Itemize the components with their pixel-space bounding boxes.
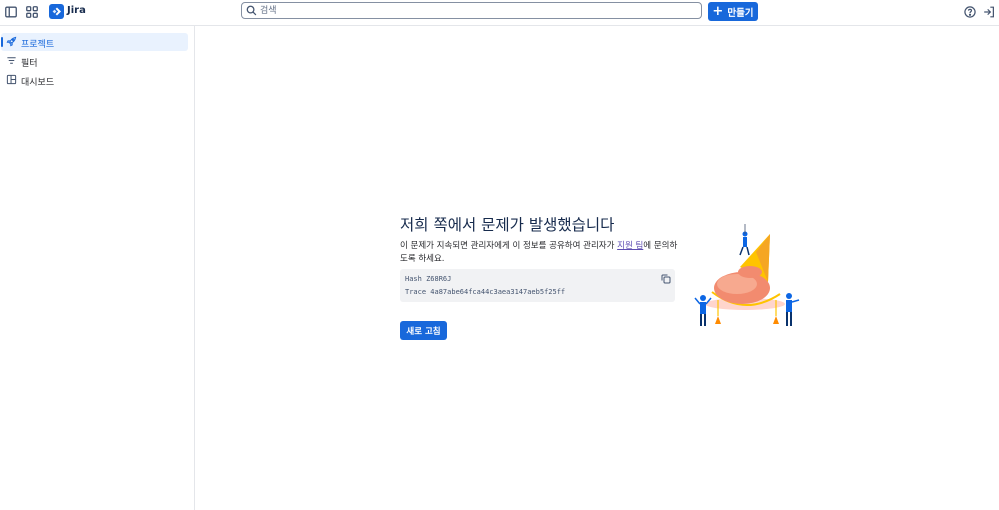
help-icon[interactable] bbox=[962, 4, 978, 20]
create-button-label: 만들기 bbox=[727, 7, 754, 19]
app-switcher-icon[interactable] bbox=[24, 4, 40, 20]
search-icon bbox=[246, 5, 257, 16]
create-button[interactable]: + 만들기 bbox=[708, 2, 758, 21]
refresh-button[interactable]: 새로 고침 bbox=[400, 321, 447, 340]
active-indicator bbox=[1, 37, 3, 47]
search-box[interactable] bbox=[241, 2, 702, 19]
error-description: 이 문제가 지속되면 관리자에게 이 정보를 공유하여 관리자가 지원 팀에 문… bbox=[400, 240, 678, 266]
copy-icon[interactable] bbox=[661, 274, 671, 284]
sidebar-item-label: 필터 bbox=[21, 59, 38, 69]
sign-out-icon[interactable] bbox=[981, 4, 997, 20]
app-name[interactable]: Jira bbox=[67, 5, 86, 16]
plus-icon: + bbox=[712, 4, 724, 19]
sidebar: 프로젝트 필터 대시보드 bbox=[0, 26, 195, 510]
support-team-link[interactable]: 지원 팀 bbox=[617, 241, 643, 251]
sidebar-item-filters[interactable]: 필터 bbox=[1, 52, 188, 70]
error-title: 저희 쪽에서 문제가 발생했습니다 bbox=[400, 216, 615, 234]
error-details-box: Hash Z68R6J Trace 4a87abe64fca44c3aea314… bbox=[400, 269, 675, 302]
sidebar-item-label: 대시보드 bbox=[21, 78, 55, 88]
sidebar-item-label: 프로젝트 bbox=[21, 40, 55, 50]
error-description-text: 이 문제가 지속되면 관리자에게 이 정보를 공유하여 관리자가 bbox=[400, 241, 618, 251]
rocket-icon bbox=[6, 36, 17, 47]
jira-logo-icon[interactable] bbox=[49, 4, 64, 19]
filter-icon bbox=[7, 57, 16, 64]
sidebar-item-dashboards[interactable]: 대시보드 bbox=[1, 71, 188, 89]
sidebar-item-projects[interactable]: 프로젝트 bbox=[1, 33, 188, 51]
error-illustration bbox=[694, 224, 800, 326]
trace-text: Trace 4a87abe64fca44c3aea3147aeb5f25ff bbox=[405, 288, 566, 296]
dashboard-icon bbox=[6, 74, 17, 85]
sidebar-toggle-icon[interactable] bbox=[3, 4, 19, 20]
top-navigation-bar: Jira + 만들기 bbox=[0, 0, 999, 26]
search-input[interactable] bbox=[260, 4, 690, 17]
hash-text: Hash Z68R6J bbox=[405, 275, 452, 283]
